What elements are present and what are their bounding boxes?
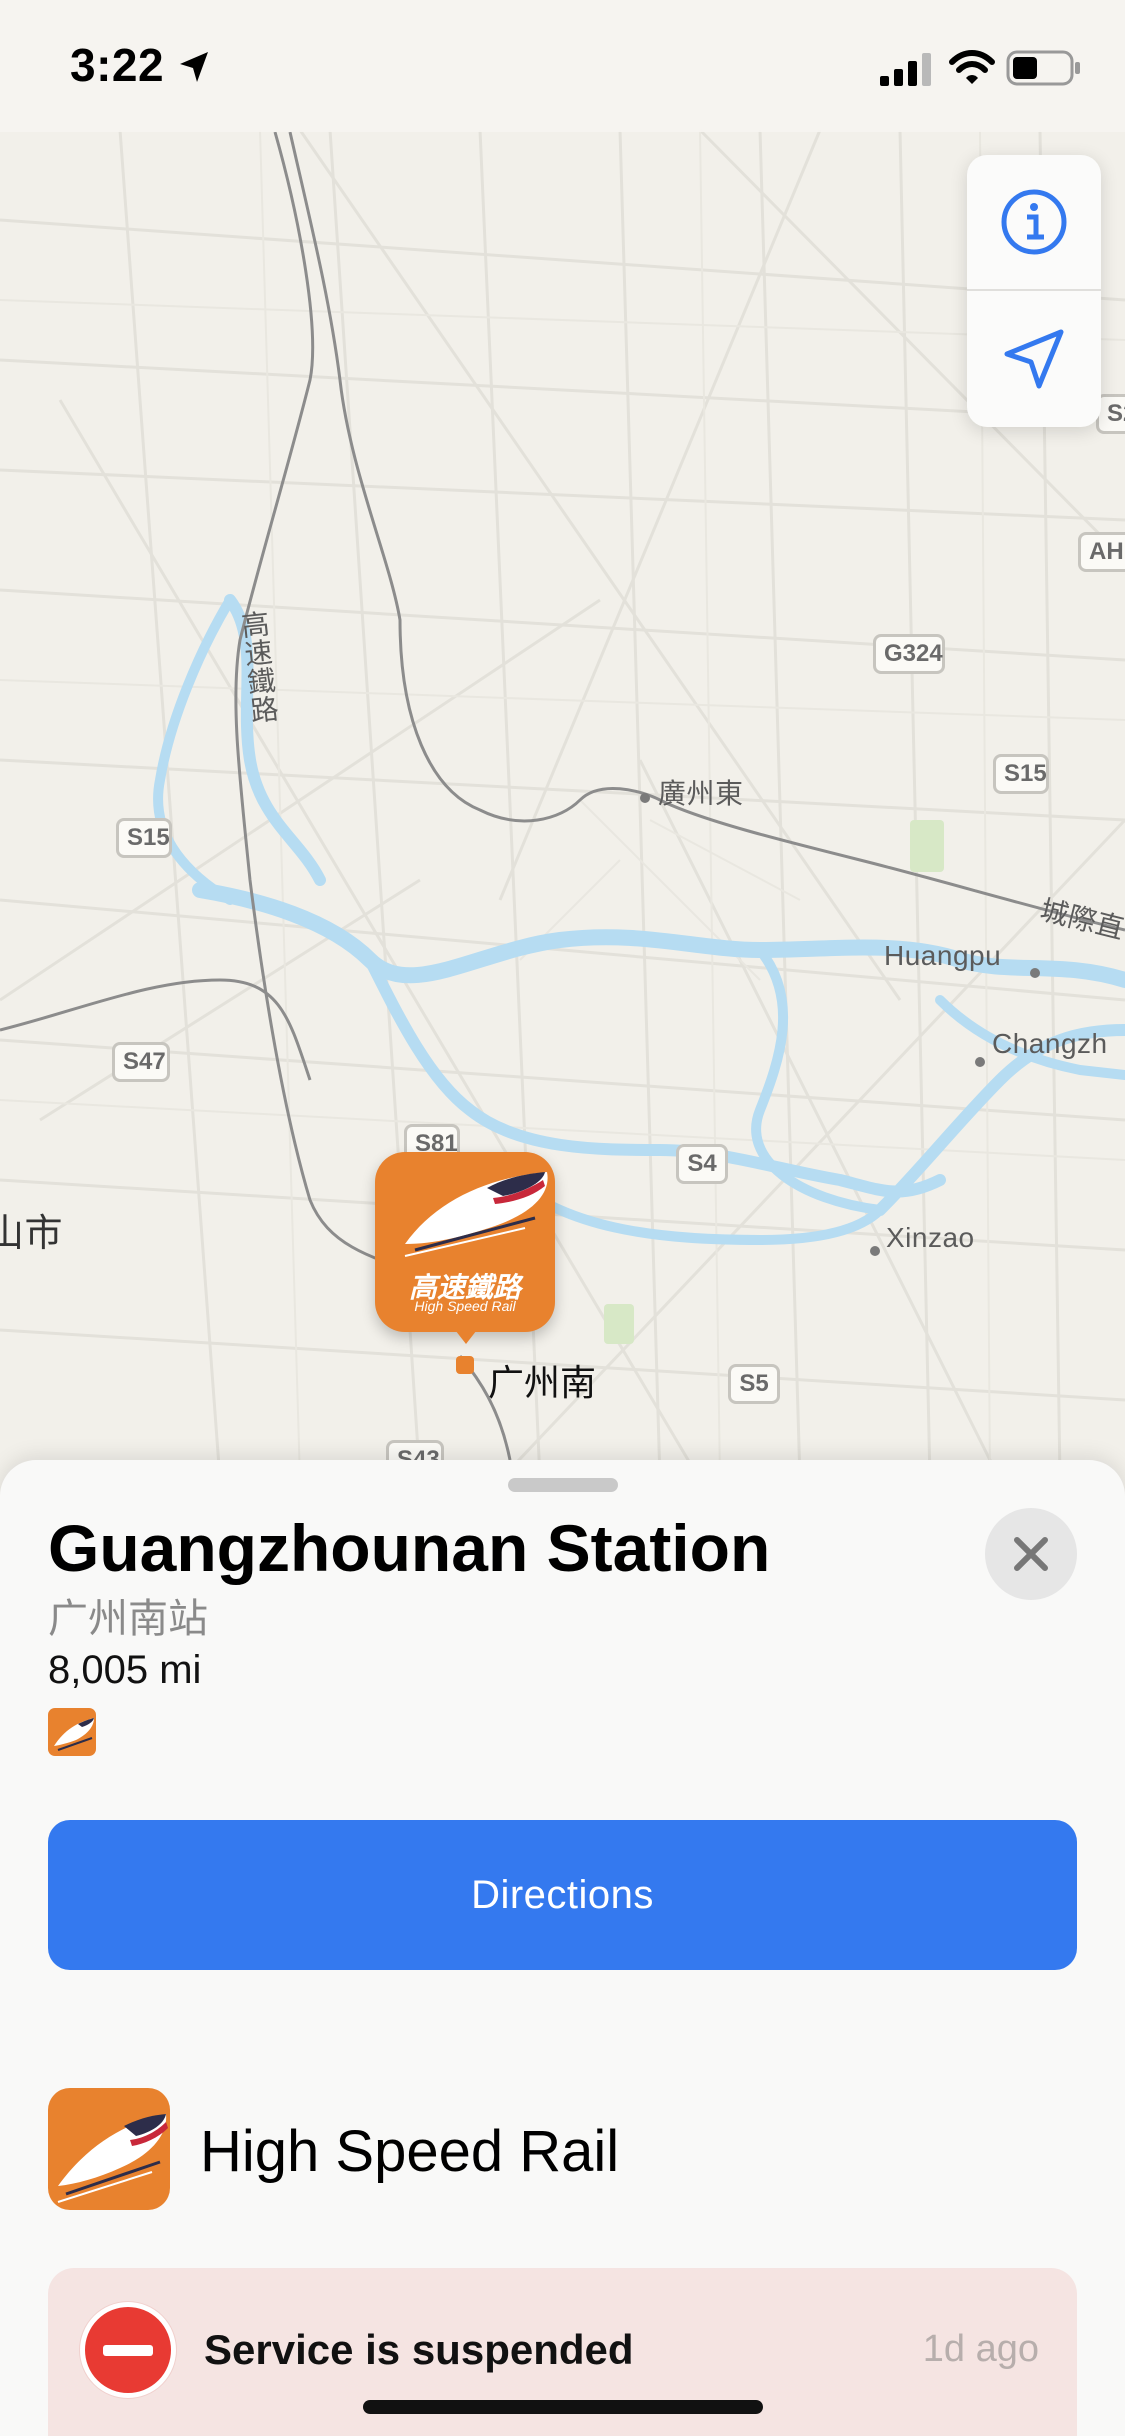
- home-indicator[interactable]: [363, 2400, 763, 2414]
- map-canvas: [0, 0, 1125, 1480]
- road-label-s47: S47: [112, 1042, 170, 1082]
- alert-text: Service is suspended: [204, 2326, 634, 2373]
- agency-name[interactable]: High Speed Rail: [200, 2118, 619, 2185]
- directions-button[interactable]: Directions: [48, 1820, 1077, 1970]
- high-speed-rail-logo-icon: [48, 2088, 170, 2210]
- rail-logo-icon: [48, 1708, 96, 1756]
- place-card-sheet[interactable]: Guangzhounan Station 广州南站 8,005 mi Direc…: [0, 1460, 1125, 2436]
- train-icon: [404, 1172, 548, 1257]
- changzhou-dot: [975, 1057, 985, 1067]
- current-location-button[interactable]: [967, 291, 1101, 427]
- road-label-s15-west: S15: [116, 818, 172, 858]
- xinzao-dot: [870, 1246, 880, 1256]
- road-label-g324: G324: [873, 634, 945, 674]
- info-icon: [1001, 189, 1067, 255]
- place-label-guangzhou-east[interactable]: 廣州東: [658, 772, 744, 812]
- pin-tail: [452, 1326, 480, 1344]
- road-label-s5: S5: [728, 1364, 780, 1404]
- place-label-changzhou[interactable]: Changzh: [992, 1028, 1108, 1060]
- close-button[interactable]: [985, 1508, 1077, 1600]
- road-label-s15-east: S15: [993, 754, 1049, 794]
- wifi-icon: [949, 50, 995, 84]
- huangpu-dot: [1030, 968, 1040, 978]
- station-dot: [456, 1356, 474, 1374]
- pin-logo-subtitle: High Speed Rail: [414, 1298, 516, 1314]
- location-arrow-icon: [180, 52, 208, 82]
- place-title: Guangzhounan Station: [48, 1511, 771, 1585]
- station-pin[interactable]: 高速鐵路 High Speed Rail: [375, 1152, 555, 1332]
- battery-icon: [1006, 50, 1080, 86]
- guangzhou-east-dot: [640, 793, 650, 803]
- status-bar: 3:22: [0, 0, 1125, 132]
- place-label-xinzao[interactable]: Xinzao: [886, 1222, 975, 1254]
- map-view[interactable]: G324 S15 S15 S47 S81 S4 S5 S43 S2 AH1 廣州…: [0, 0, 1125, 1480]
- place-subtitle: 广州南站: [48, 1597, 208, 1641]
- cellular-signal-icon: [880, 53, 931, 86]
- location-arrow-icon: [1004, 329, 1064, 389]
- sheet-grabber[interactable]: [508, 1478, 618, 1492]
- place-label-west-city: 山市: [0, 1213, 64, 1255]
- place-label-huangpu[interactable]: Huangpu: [884, 940, 1001, 972]
- close-icon: [1014, 1537, 1048, 1571]
- place-distance: 8,005 mi: [48, 1648, 202, 1692]
- alert-time: 1d ago: [922, 2328, 1039, 2370]
- status-time: 3:22: [70, 39, 165, 91]
- station-map-label[interactable]: 广州南: [488, 1354, 596, 1406]
- road-label-ah1: AH1: [1078, 532, 1125, 572]
- info-button[interactable]: [967, 155, 1101, 291]
- map-controls: [967, 155, 1101, 427]
- no-entry-icon: [80, 2302, 176, 2398]
- road-label-s4: S4: [676, 1144, 728, 1184]
